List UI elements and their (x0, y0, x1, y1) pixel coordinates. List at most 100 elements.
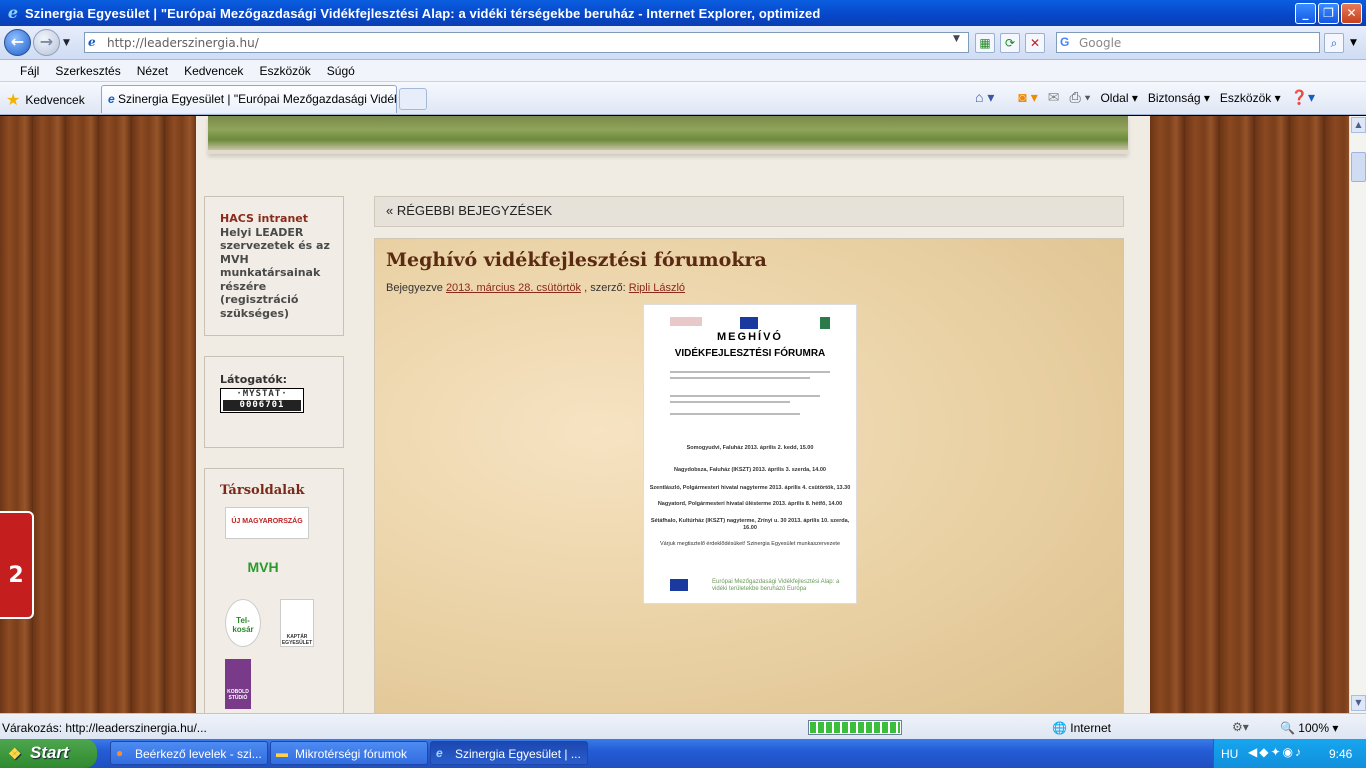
logo-kaptar[interactable]: KAPTÁR EGYESÜLET (280, 599, 314, 647)
menu-tools[interactable]: Eszközök (259, 64, 310, 78)
search-options-icon[interactable]: ▼ (1350, 38, 1357, 48)
back-button[interactable]: ← (4, 29, 31, 56)
ie-logo-icon: e (7, 3, 19, 22)
url-dropdown-icon[interactable]: ▼ (953, 34, 960, 44)
tools-menu[interactable]: Eszközök ▾ (1220, 91, 1281, 105)
scroll-thumb[interactable] (1351, 152, 1366, 182)
post-date-link[interactable]: 2013. március 28. csütörtök (446, 282, 581, 294)
url-input[interactable]: http://leaderszinergia.hu/ (84, 32, 969, 53)
older-posts-link[interactable]: « RÉGEBBI BEJEGYZÉSEK (374, 196, 1124, 227)
page-body: HACS intranet Helyi LEADER szervezetek é… (196, 116, 1150, 713)
favorites-bar: ★ Kedvencek e Szinergia Egyesület | "Eur… (0, 82, 1366, 115)
windows-flag-icon: ❖ (8, 746, 22, 763)
scroll-up-button[interactable]: ▲ (1351, 117, 1366, 133)
language-indicator[interactable]: HU (1221, 747, 1238, 761)
taskbar-item-mail[interactable]: ● Beérkező levelek - szi... (110, 741, 268, 765)
progress-fill (810, 722, 900, 733)
restore-button[interactable]: ❐ (1318, 3, 1339, 24)
minimize-button[interactable]: _ (1295, 3, 1316, 24)
zone-label: Internet (1070, 721, 1111, 735)
mystat-counter[interactable]: ·MYSTAT· 0006701 (220, 388, 304, 413)
page-menu[interactable]: Oldal ▾ (1100, 91, 1137, 105)
poster-text-line (670, 401, 790, 403)
help-icon[interactable]: ❓▾ (1291, 89, 1315, 106)
refresh-icon[interactable]: ⟳ (1000, 33, 1020, 53)
print-icon[interactable]: ⎙ ▾ (1069, 89, 1090, 106)
post-title[interactable]: Meghívó vidékfejlesztési fórumokra (386, 249, 767, 271)
zoom-label: 100% (1298, 721, 1329, 735)
poster-text-line (670, 371, 830, 373)
menu-file[interactable]: Fájl (20, 64, 39, 78)
poster-heading: MEGHÍVÓ (717, 331, 783, 343)
title-bar: e Szinergia Egyesület | "Európai Mezőgaz… (0, 0, 1366, 26)
poster-event-3: Szentlászló, Polgármesteri hivatal nagyt… (649, 485, 851, 491)
home-icon[interactable]: ⌂ ▾ (975, 89, 994, 106)
visitors-box: Látogatók: ·MYSTAT· 0006701 (204, 356, 344, 448)
poster-text-line (670, 377, 810, 379)
status-bar: Várakozás: http://leaderszinergia.hu/...… (0, 713, 1366, 739)
side-share-tab[interactable]: 2 (0, 511, 34, 619)
taskbar-item-ie[interactable]: e Szinergia Egyesület | ... (430, 741, 588, 765)
tab-active[interactable]: e Szinergia Egyesület | "Európai Mezőgaz… (101, 85, 397, 113)
tray-icons[interactable]: ◀◆✦◉♪ (1248, 745, 1303, 759)
post-meta: Bejegyezve 2013. március 28. csütörtök ,… (386, 282, 685, 294)
ie-icon: e (436, 746, 443, 760)
partner-sites-box: Társoldalak ÚJ MAGYARORSZÁG MVH Tel-kosá… (204, 468, 344, 713)
compat-view-icon[interactable]: ▦ (975, 33, 995, 53)
safety-menu[interactable]: Biztonság ▾ (1148, 91, 1210, 105)
logo-tel-kosar[interactable]: Tel-kosár (225, 599, 261, 647)
menu-favorites[interactable]: Kedvencek (184, 64, 243, 78)
start-button[interactable]: ❖ Start (0, 739, 97, 768)
poster-text-line (670, 395, 820, 397)
logo-mvh[interactable]: MVH (225, 551, 301, 587)
logo-uj-magyarorszag[interactable]: ÚJ MAGYARORSZÁG (225, 507, 309, 539)
poster-logo-left (670, 317, 702, 326)
start-label: Start (30, 743, 69, 762)
loading-progress-bar (808, 720, 902, 735)
menu-help[interactable]: Súgó (327, 64, 355, 78)
zoom-level[interactable]: 🔍 100% ▾ (1280, 721, 1338, 735)
folder-icon: ▬ (276, 746, 288, 760)
logo-kobold[interactable]: KOBOLD STÚDIÓ (225, 659, 251, 709)
search-icon[interactable]: ⌕ (1324, 33, 1344, 53)
visitors-label: Látogatók: (220, 373, 288, 386)
feeds-icon[interactable]: ◙ ▾ (1018, 89, 1037, 106)
security-zone: 🌐 Internet (1052, 721, 1111, 735)
protected-mode-icon[interactable]: ⚙▾ (1232, 720, 1249, 734)
poster-eu-flag (740, 317, 758, 329)
page-viewport: HACS intranet Helyi LEADER szervezetek é… (0, 116, 1349, 713)
poster-event-4: Nagyatord, Polgármesteri hivatal üléster… (657, 501, 843, 507)
menu-edit[interactable]: Szerkesztés (55, 64, 120, 78)
globe-icon: 🌐 (1052, 721, 1067, 735)
task-label: Mikrotérségi fórumok (295, 747, 408, 761)
hacs-intranet-link[interactable]: HACS intranet (220, 212, 308, 225)
new-tab-button[interactable] (399, 88, 427, 110)
forward-button[interactable]: → (33, 29, 60, 56)
task-label: Beérkező levelek - szi... (135, 747, 262, 761)
tab-label: Szinergia Egyesület | "Európai Mezőgazda… (118, 92, 397, 106)
favorites-button[interactable]: ★ Kedvencek (6, 90, 85, 110)
taskbar: ❖ Start ● Beérkező levelek - szi... ▬ Mikro… (0, 739, 1366, 768)
taskbar-item-folder[interactable]: ▬ Mikrotérségi fórumok (270, 741, 428, 765)
poster-subheading: VIDÉKFEJLESZTÉSI FÓRUMRA (674, 348, 826, 359)
close-button[interactable]: ✕ (1341, 3, 1362, 24)
poster-event-1: Somogyudvi, Faluház 2013. április 2. ked… (686, 445, 814, 451)
clock[interactable]: 9:46 (1329, 747, 1352, 761)
poster-event-5: Sétáfhalo, Kultúrház (IKSZT) nagyterme, … (650, 518, 850, 531)
poster-text-line (670, 413, 800, 415)
stop-icon[interactable]: ✕ (1025, 33, 1045, 53)
post-author-link[interactable]: Ripli László (629, 282, 685, 294)
menu-view[interactable]: Nézet (137, 64, 168, 78)
tab-ie-icon: e (108, 92, 119, 106)
mail-icon[interactable]: ✉ (1048, 89, 1060, 106)
vertical-scrollbar[interactable]: ▲ ▼ (1349, 116, 1366, 713)
system-tray: HU ◀◆✦◉♪ 9:46 (1213, 739, 1366, 768)
search-input[interactable]: Google (1056, 32, 1320, 53)
post-article: Meghívó vidékfejlesztési fórumokra Bejeg… (374, 238, 1124, 713)
history-dropdown-icon[interactable]: ▼ (63, 38, 70, 48)
poster-footer: Európai Mezőgazdasági Vidékfejlesztési A… (712, 579, 840, 592)
scroll-down-button[interactable]: ▼ (1351, 695, 1366, 711)
poster-closing: Várjuk megtisztelő érdeklődésüket! Szine… (659, 541, 841, 547)
invitation-poster-image[interactable]: MEGHÍVÓ VIDÉKFEJLESZTÉSI FÓRUMRA Somogyu… (643, 304, 857, 604)
meta-prefix: Bejegyezve (386, 282, 443, 294)
